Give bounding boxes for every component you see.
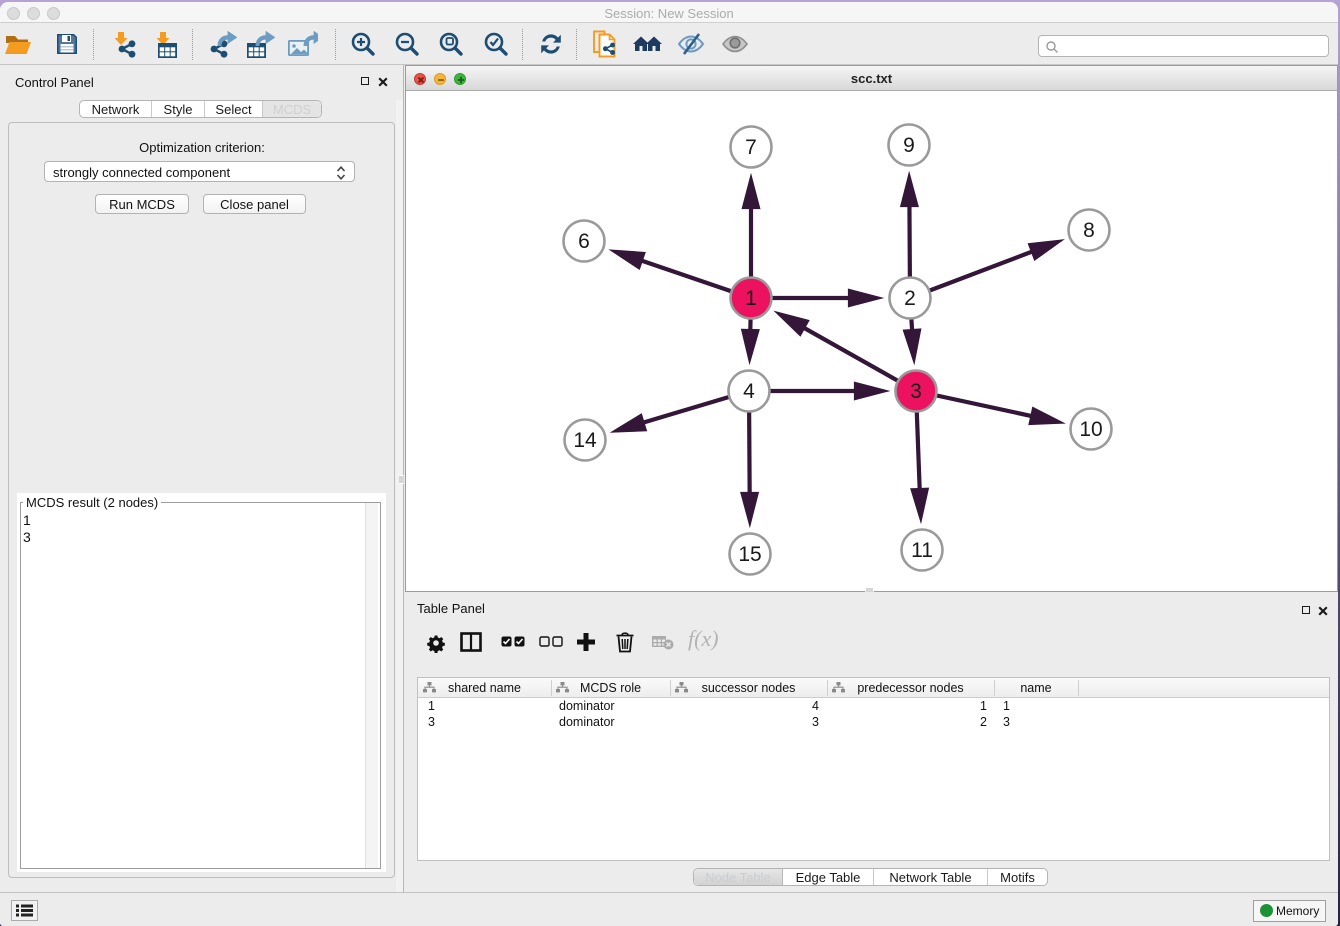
svg-text:14: 14 (573, 429, 597, 452)
svg-text:2: 2 (904, 287, 916, 310)
svg-text:6: 6 (578, 230, 590, 253)
svg-text:8: 8 (1083, 219, 1095, 242)
svg-text:1: 1 (745, 287, 757, 310)
svg-text:9: 9 (903, 134, 915, 157)
svg-text:3: 3 (910, 380, 922, 403)
svg-text:4: 4 (743, 380, 755, 403)
svg-text:10: 10 (1079, 418, 1102, 441)
svg-text:15: 15 (738, 543, 761, 566)
svg-text:11: 11 (911, 539, 933, 562)
svg-text:7: 7 (745, 136, 757, 159)
